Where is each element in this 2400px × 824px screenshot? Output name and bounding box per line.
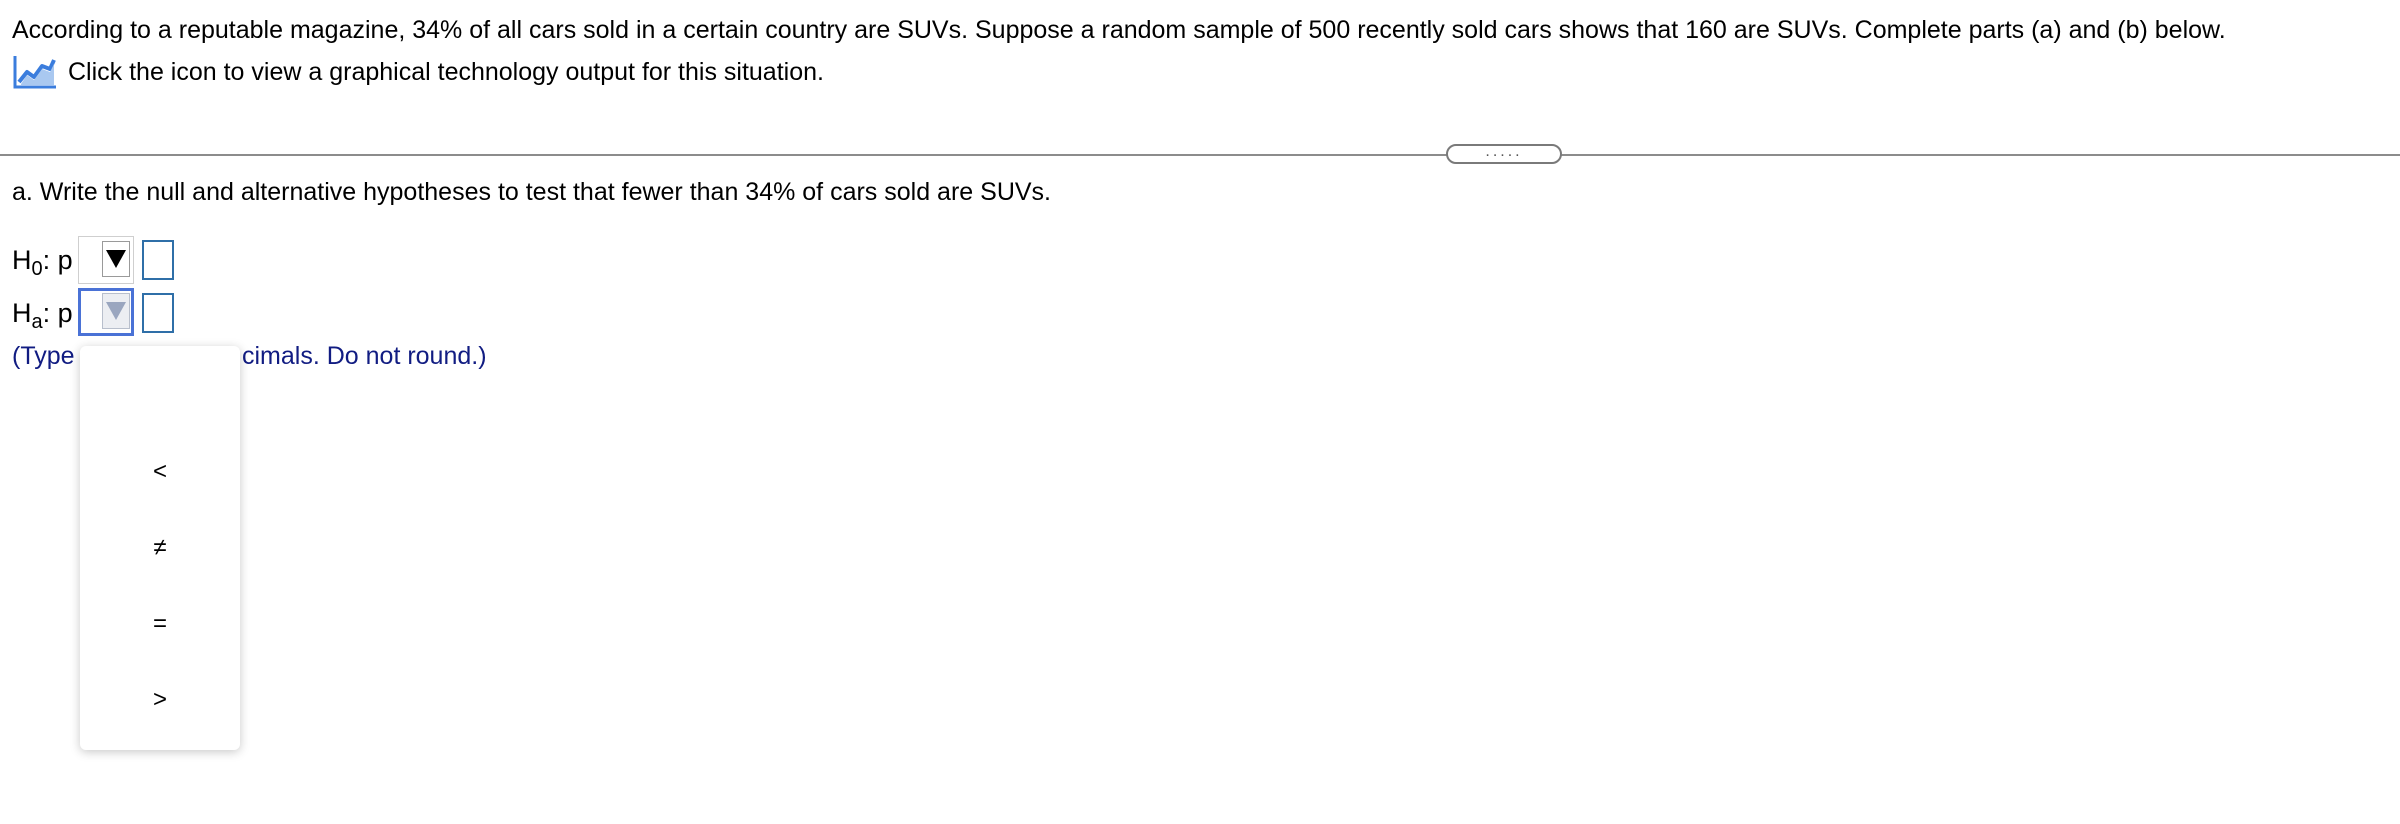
ha-dropdown-button[interactable] [102,293,130,329]
option-not-equal[interactable]: ≠ [80,518,240,578]
relation-dropdown-menu: < ≠ = > [80,346,240,750]
expand-handle[interactable]: ..... [1446,144,1562,164]
option-less-than[interactable]: < [80,442,240,502]
h0-dropdown-button[interactable] [102,241,130,277]
part-a-question: a. Write the null and alternative hypoth… [12,178,1051,206]
line-chart-icon[interactable] [12,54,58,90]
section-divider [0,154,2400,156]
h0-relation-select[interactable] [78,236,134,284]
alternative-hypothesis-label: Ha: p [12,298,73,333]
answer-instruction-tail: cimals. Do not round.) [242,342,487,370]
chevron-down-icon [106,250,126,268]
graph-link[interactable]: Click the icon to view a graphical techn… [12,54,824,90]
ha-value-input[interactable] [142,293,174,333]
problem-statement: According to a reputable magazine, 34% o… [12,16,2226,44]
option-greater-than[interactable]: > [80,670,240,730]
answer-instruction: (Type [12,342,75,370]
option-equal[interactable]: = [80,594,240,654]
null-hypothesis-label: H0: p [12,245,73,280]
expand-dots: ..... [1485,143,1523,160]
ha-relation-select[interactable] [78,288,134,336]
graph-link-text[interactable]: Click the icon to view a graphical techn… [68,58,824,87]
chevron-down-icon [106,302,126,320]
h0-value-input[interactable] [142,240,174,280]
